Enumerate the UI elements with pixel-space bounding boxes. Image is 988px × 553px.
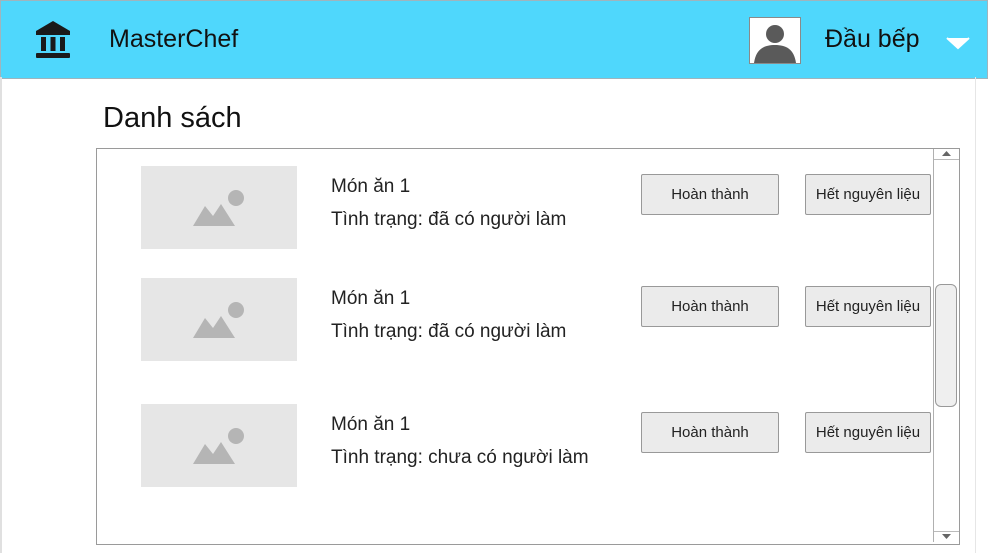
scroll-up-icon[interactable]: [934, 149, 959, 160]
dish-name: Món ăn 1: [331, 288, 411, 309]
list-item: Món ăn 1 Tình trạng: chưa có người làm H…: [97, 404, 933, 494]
image-placeholder-icon: [141, 278, 297, 361]
page-title: Danh sách: [103, 102, 242, 134]
dish-status: Tình trạng: chưa có người làm: [331, 447, 589, 468]
dish-name: Món ăn 1: [331, 176, 411, 197]
image-placeholder-icon: [141, 404, 297, 487]
complete-button[interactable]: Hoàn thành: [641, 174, 779, 215]
user-avatar-icon[interactable]: [749, 17, 801, 64]
left-divider: [0, 77, 2, 553]
top-bar: MasterChef Đầu bếp: [0, 0, 988, 79]
dish-list-panel: Món ăn 1 Tình trạng: đã có người làm Hoà…: [96, 148, 960, 545]
list-item: Món ăn 1 Tình trạng: đã có người làm Hoà…: [97, 278, 933, 368]
dish-name: Món ăn 1: [331, 414, 411, 435]
vertical-scrollbar[interactable]: [933, 149, 959, 542]
chevron-down-icon[interactable]: [945, 36, 971, 50]
out-of-ingredients-button[interactable]: Hết nguyên liệu: [805, 286, 931, 327]
dish-status: Tình trạng: đã có người làm: [331, 321, 567, 342]
out-of-ingredients-button[interactable]: Hết nguyên liệu: [805, 412, 931, 453]
complete-button[interactable]: Hoàn thành: [641, 286, 779, 327]
scrollbar-thumb[interactable]: [935, 284, 957, 407]
image-placeholder-icon: [141, 166, 297, 249]
right-divider: [975, 77, 976, 553]
list-item: Món ăn 1 Tình trạng: đã có người làm Hoà…: [97, 166, 933, 256]
complete-button[interactable]: Hoàn thành: [641, 412, 779, 453]
bank-building-icon[interactable]: [34, 19, 72, 59]
user-name[interactable]: Đầu bếp: [825, 25, 920, 54]
dish-status: Tình trạng: đã có người làm: [331, 209, 567, 230]
app-title[interactable]: MasterChef: [109, 25, 238, 54]
scroll-down-icon[interactable]: [934, 531, 959, 542]
out-of-ingredients-button[interactable]: Hết nguyên liệu: [805, 174, 931, 215]
